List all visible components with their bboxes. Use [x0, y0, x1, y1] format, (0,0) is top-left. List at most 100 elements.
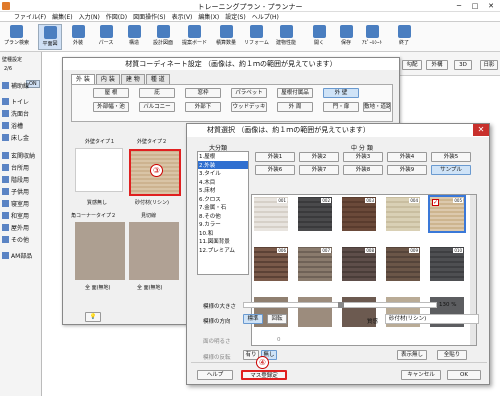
sidebar-item-toilet[interactable]: トイレ [2, 96, 42, 106]
sidebar-item-floor[interactable]: 床し金 [2, 132, 42, 142]
tab-exterior[interactable]: 外 装 [71, 74, 95, 84]
list-item[interactable]: 12.プレミアム [198, 246, 248, 255]
tab-road[interactable]: 種 道 [145, 74, 170, 84]
material-tile[interactable]: 004 [386, 197, 420, 231]
maximize-icon[interactable]: □ [468, 1, 482, 11]
roof-button[interactable]: 屋 根 [93, 88, 129, 98]
list-item[interactable]: 8.その他 [198, 212, 248, 221]
menu-settings[interactable]: 設定(S) [225, 12, 246, 21]
material-tile[interactable]: 006 [254, 247, 288, 281]
external-bottom-button[interactable]: 外部下 [185, 102, 221, 112]
exterior-button[interactable]: 外装 [66, 24, 90, 50]
slider-thumb[interactable] [338, 302, 344, 308]
mid-cat-button[interactable]: 外装3 [343, 152, 383, 162]
exterior-works-button[interactable]: 外構 [426, 60, 448, 70]
finish-field[interactable]: 砂付材(リシン) [385, 314, 479, 324]
menu-edit2[interactable]: 編集(X) [198, 12, 219, 21]
mid-cat-button[interactable]: 外装7 [299, 165, 339, 175]
material-tile[interactable]: 001 [254, 197, 288, 231]
pattern-size-slider[interactable] [243, 302, 437, 308]
sidebar-item-other[interactable]: その他 [2, 234, 42, 244]
save-button[interactable]: 保存 [334, 24, 358, 50]
list-item[interactable]: 6.クロス [198, 195, 248, 204]
no-display-button[interactable]: 表示無し [397, 350, 427, 360]
paste-all-button[interactable]: 全貼り [437, 350, 467, 360]
sidebar-item-kitchen[interactable]: 台所用 [2, 162, 42, 172]
window-frame-button[interactable]: 窓枠 [185, 88, 221, 98]
list-item[interactable]: 9.カラー [198, 220, 248, 229]
floor-plan-button[interactable]: 平面図 [38, 24, 62, 50]
reform-button[interactable]: リフォーム [244, 24, 269, 50]
direction-standard-button[interactable]: 標準 [243, 314, 263, 324]
mass-register-button[interactable]: マス登録定 [241, 370, 287, 380]
help-button[interactable]: ヘルプ [197, 370, 233, 380]
material-tile-selected[interactable]: 005 ✓ [428, 195, 466, 233]
material-tile[interactable]: 003 [342, 197, 376, 231]
material-tile[interactable]: 009 [386, 247, 420, 281]
menu-input[interactable]: 入力(N) [79, 12, 100, 21]
sidebar-item-stairs[interactable]: 階段用 [2, 174, 42, 184]
mid-cat-button[interactable]: 外装4 [387, 152, 427, 162]
exit-button[interactable]: 終了 [392, 24, 416, 50]
sidebar-item-child[interactable]: 子供用 [2, 186, 42, 196]
menu-plan[interactable]: 図面操作(S) [133, 12, 166, 21]
list-item[interactable]: 3.タイル [198, 169, 248, 178]
quantity-button[interactable]: 積算数量 [214, 24, 238, 50]
sidebar-item-bedroom[interactable]: 寝室用 [2, 198, 42, 208]
list-item[interactable]: 7.金属・石 [198, 203, 248, 212]
sidebar-item-am-parts[interactable]: AM部品 [2, 250, 42, 260]
minimize-icon[interactable]: ─ [452, 1, 466, 11]
list-item[interactable]: 4.木目 [198, 178, 248, 187]
structure-button[interactable]: 構造 [122, 24, 146, 50]
sidebar-item-entrance[interactable]: 玄関収納 [2, 150, 42, 160]
plan-search-button[interactable]: プラン検索 [4, 24, 29, 50]
menu-edit[interactable]: 編集(E) [52, 12, 72, 21]
shadow-button[interactable]: 日影 [480, 60, 498, 70]
corner-swatch[interactable] [75, 222, 125, 280]
mid-cat-button[interactable]: 外装2 [299, 152, 339, 162]
site-road-button[interactable]: 敷地・道路 [363, 102, 391, 112]
proposal-board-button[interactable]: 提案ボード [182, 24, 207, 50]
sidebar-item-aux-line[interactable]: 補助線 [2, 80, 42, 90]
menu-file[interactable]: ファイル(F) [14, 12, 46, 21]
performance-button[interactable]: 建物性能 [274, 24, 298, 50]
open-button[interactable]: 開く [307, 24, 331, 50]
slope-button[interactable]: 勾配 [402, 60, 422, 70]
perimeter-button[interactable]: 外 周 [277, 102, 313, 112]
eaves-button[interactable]: 庇 [139, 88, 175, 98]
tab-building[interactable]: 建 物 [120, 74, 145, 84]
cancel-button[interactable]: キャンセル [401, 370, 441, 380]
sidebar-item-outdoor[interactable]: 屋外用 [2, 222, 42, 232]
mid-cat-button[interactable]: 外装6 [255, 165, 295, 175]
mid-cat-button[interactable]: 外装1 [255, 152, 295, 162]
material-tile[interactable]: 002 [298, 197, 332, 231]
material-tile[interactable]: 008 [342, 247, 376, 281]
sidebar-item-japanese[interactable]: 和室用 [2, 210, 42, 220]
parting-swatch[interactable] [129, 222, 179, 280]
external-width-button[interactable]: 外部幅・池 [93, 102, 129, 112]
list-item[interactable]: 2.外装 [198, 160, 248, 169]
menu-help[interactable]: ヘルプ(H) [252, 12, 279, 21]
direction-rotate-button[interactable]: 回転 [267, 314, 287, 324]
sidebar-item-washbasin[interactable]: 洗面台 [2, 108, 42, 118]
close-icon[interactable]: ✕ [473, 124, 489, 136]
material-tile[interactable]: 010 [430, 247, 464, 281]
design-drawing-button[interactable]: 設計図面 [151, 24, 175, 50]
exterior-wall-button[interactable]: 外 壁 [323, 88, 359, 98]
parapet-button[interactable]: パラペット [231, 88, 267, 98]
list-item[interactable]: 5.床材 [198, 186, 248, 195]
3d-button[interactable]: 3D [454, 60, 472, 70]
sample-button[interactable]: サンプル [431, 165, 471, 175]
mid-cat-button[interactable]: 外装9 [387, 165, 427, 175]
list-item[interactable]: 1.屋根 [198, 152, 248, 161]
material-tile[interactable]: 007 [298, 247, 332, 281]
menu-draw[interactable]: 作図(D) [106, 12, 127, 21]
ok-button[interactable]: OK [447, 370, 481, 380]
help-icon-button[interactable]: 💡 [85, 312, 101, 322]
menu-view[interactable]: 表示(V) [172, 12, 193, 21]
wood-deck-button[interactable]: ウッドデッキ [231, 102, 267, 112]
gate-button[interactable]: 門・扉 [323, 102, 359, 112]
perspective-button[interactable]: パース [94, 24, 118, 50]
sidebar-item-bathtub[interactable]: 浴槽 [2, 120, 42, 130]
mid-cat-button[interactable]: 外装5 [431, 152, 471, 162]
